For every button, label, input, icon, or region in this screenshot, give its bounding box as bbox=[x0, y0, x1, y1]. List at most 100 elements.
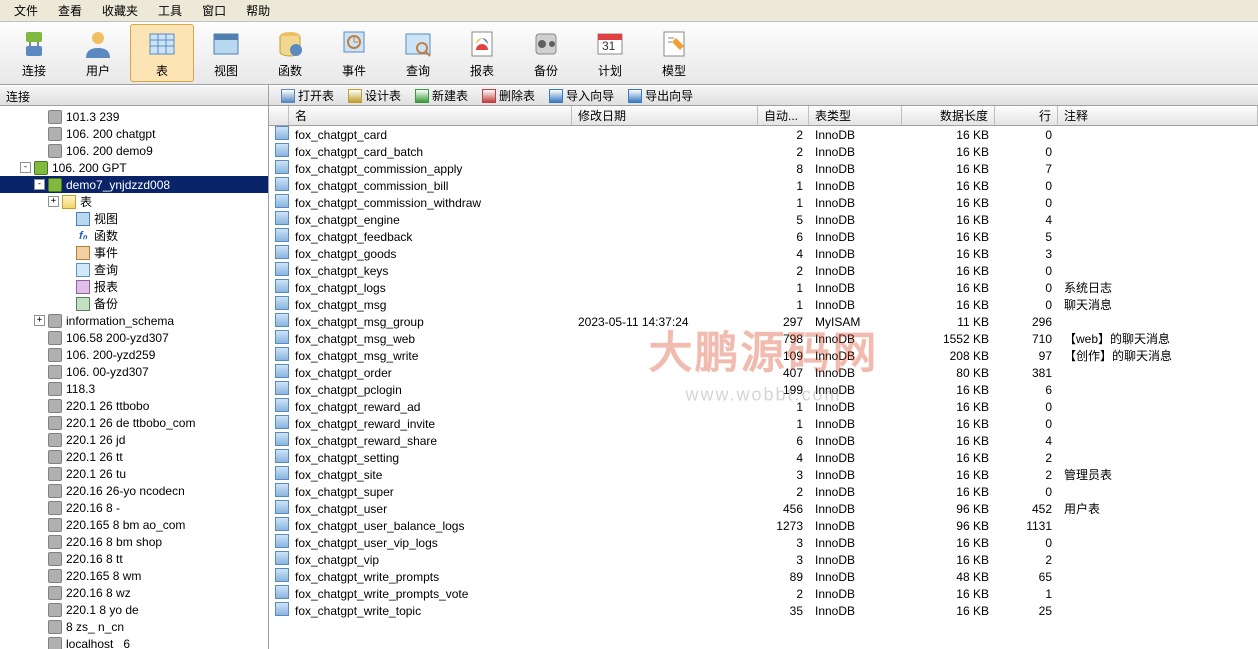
tree-item[interactable]: 事件 bbox=[0, 244, 268, 261]
tree-toggler[interactable]: - bbox=[20, 162, 31, 173]
tree-item[interactable]: 8 zs_ n_cn bbox=[0, 618, 268, 635]
toolbar-连接[interactable]: 连接 bbox=[2, 24, 66, 82]
table-row[interactable]: fox_chatgpt_order407InnoDB80 KB381 bbox=[269, 364, 1258, 381]
tree-item[interactable]: +表 bbox=[0, 193, 268, 210]
table-row[interactable]: fox_chatgpt_write_topic35InnoDB16 KB25 bbox=[269, 602, 1258, 619]
table-row[interactable]: fox_chatgpt_write_prompts89InnoDB48 KB65 bbox=[269, 568, 1258, 585]
subtb-设计表[interactable]: 设计表 bbox=[342, 86, 407, 105]
tree-item[interactable]: 220.1 26 ttbobo bbox=[0, 397, 268, 414]
tree-item[interactable]: 118.3 bbox=[0, 380, 268, 397]
menu-item-5[interactable]: 帮助 bbox=[236, 0, 280, 21]
tree-item[interactable]: +information_schema bbox=[0, 312, 268, 329]
tree-item[interactable]: 220.1 26 de ttbobo_com bbox=[0, 414, 268, 431]
toolbar-用户[interactable]: 用户 bbox=[66, 24, 130, 82]
tree-item[interactable]: 查询 bbox=[0, 261, 268, 278]
table-row[interactable]: fox_chatgpt_commission_apply8InnoDB16 KB… bbox=[269, 160, 1258, 177]
table-row[interactable]: fox_chatgpt_reward_invite1InnoDB16 KB0 bbox=[269, 415, 1258, 432]
tree-item[interactable]: 220.165 8 bm ao_com bbox=[0, 516, 268, 533]
tree-item[interactable]: 101.3 239 bbox=[0, 108, 268, 125]
tree-item[interactable]: 220.1 26 tu bbox=[0, 465, 268, 482]
tree-item[interactable]: -106. 200 GPT bbox=[0, 159, 268, 176]
table-row[interactable]: fox_chatgpt_setting4InnoDB16 KB2 bbox=[269, 449, 1258, 466]
tree-item[interactable]: 220.1 26 jd bbox=[0, 431, 268, 448]
tree-item[interactable]: 220.165 8 wm bbox=[0, 567, 268, 584]
tree-item[interactable]: 220.1 8 yo de bbox=[0, 601, 268, 618]
table-row[interactable]: fox_chatgpt_user_vip_logs3InnoDB16 KB0 bbox=[269, 534, 1258, 551]
menu-item-3[interactable]: 工具 bbox=[148, 0, 192, 21]
tree-item[interactable]: 106. 200 chatgpt bbox=[0, 125, 268, 142]
column-header[interactable]: 表类型 bbox=[809, 106, 902, 125]
table-row[interactable]: fox_chatgpt_msg_group2023-05-11 14:37:24… bbox=[269, 313, 1258, 330]
subtb-导入向导[interactable]: 导入向导 bbox=[543, 86, 620, 105]
tree-toggler[interactable]: - bbox=[34, 179, 45, 190]
subtb-导出向导[interactable]: 导出向导 bbox=[622, 86, 699, 105]
table-row[interactable]: fox_chatgpt_commission_bill1InnoDB16 KB0 bbox=[269, 177, 1258, 194]
toolbar-函数[interactable]: 函数 bbox=[258, 24, 322, 82]
column-header[interactable]: 名 bbox=[289, 106, 572, 125]
table-row[interactable]: fox_chatgpt_feedback6InnoDB16 KB5 bbox=[269, 228, 1258, 245]
column-header[interactable]: 修改日期 bbox=[572, 106, 758, 125]
tree-toggler[interactable]: + bbox=[48, 196, 59, 207]
table-row[interactable]: fox_chatgpt_super2InnoDB16 KB0 bbox=[269, 483, 1258, 500]
tree-item[interactable]: 220.16 26-yo ncodecn bbox=[0, 482, 268, 499]
tree-item[interactable]: 220.16 8 bm shop bbox=[0, 533, 268, 550]
toolbar-模型[interactable]: 模型 bbox=[642, 24, 706, 82]
subtb-打开表[interactable]: 打开表 bbox=[275, 86, 340, 105]
column-header[interactable]: 行 bbox=[995, 106, 1058, 125]
tree-item[interactable]: 220.16 8 wz bbox=[0, 584, 268, 601]
table-row[interactable]: fox_chatgpt_keys2InnoDB16 KB0 bbox=[269, 262, 1258, 279]
table-row[interactable]: fox_chatgpt_write_prompts_vote2InnoDB16 … bbox=[269, 585, 1258, 602]
table-row[interactable]: fox_chatgpt_user_balance_logs1273InnoDB9… bbox=[269, 517, 1258, 534]
column-header[interactable]: 注释 bbox=[1058, 106, 1258, 125]
table-row[interactable]: fox_chatgpt_commission_withdraw1InnoDB16… bbox=[269, 194, 1258, 211]
table-row[interactable]: fox_chatgpt_reward_share6InnoDB16 KB4 bbox=[269, 432, 1258, 449]
tree-item[interactable]: 视图 bbox=[0, 210, 268, 227]
table-row[interactable]: fox_chatgpt_msg_write109InnoDB208 KB97【创… bbox=[269, 347, 1258, 364]
tree-item[interactable]: localhost_ 6 bbox=[0, 635, 268, 649]
toolbar-计划[interactable]: 31计划 bbox=[578, 24, 642, 82]
table-row[interactable]: fox_chatgpt_vip3InnoDB16 KB2 bbox=[269, 551, 1258, 568]
tree-item[interactable]: -demo7_ynjdzzd008 bbox=[0, 176, 268, 193]
table-row[interactable]: fox_chatgpt_card_batch2InnoDB16 KB0 bbox=[269, 143, 1258, 160]
menu-item-4[interactable]: 窗口 bbox=[192, 0, 236, 21]
subtb-新建表[interactable]: 新建表 bbox=[409, 86, 474, 105]
tree-toggler[interactable]: + bbox=[34, 315, 45, 326]
toolbar-表[interactable]: 表 bbox=[130, 24, 194, 82]
tree-item[interactable]: 106. 00-yzd307 bbox=[0, 363, 268, 380]
table-row[interactable]: fox_chatgpt_msg_web798InnoDB1552 KB710【w… bbox=[269, 330, 1258, 347]
subtb-删除表[interactable]: 删除表 bbox=[476, 86, 541, 105]
column-header[interactable]: 自动... bbox=[758, 106, 809, 125]
toolbar-备份[interactable]: 备份 bbox=[514, 24, 578, 82]
menu-item-1[interactable]: 查看 bbox=[48, 0, 92, 21]
tree-item[interactable]: 106. 200-yzd259 bbox=[0, 346, 268, 363]
table-list[interactable]: 大鹏源码网 www.wobbt.com fox_chatgpt_card2Inn… bbox=[269, 126, 1258, 649]
subtb-label: 打开表 bbox=[298, 87, 334, 104]
table-row[interactable]: fox_chatgpt_user456InnoDB96 KB452用户表 bbox=[269, 500, 1258, 517]
table-row[interactable]: fox_chatgpt_card2InnoDB16 KB0 bbox=[269, 126, 1258, 143]
table-row[interactable]: fox_chatgpt_logs1InnoDB16 KB0系统日志 bbox=[269, 279, 1258, 296]
column-header[interactable]: 数据长度 bbox=[902, 106, 995, 125]
tree-item[interactable]: fₙ函数 bbox=[0, 227, 268, 244]
table-row[interactable]: fox_chatgpt_goods4InnoDB16 KB3 bbox=[269, 245, 1258, 262]
tree-item[interactable]: 备份 bbox=[0, 295, 268, 312]
tree-item[interactable]: 220.16 8 tt bbox=[0, 550, 268, 567]
tree-item[interactable]: 106. 200 demo9 bbox=[0, 142, 268, 159]
table-row[interactable]: fox_chatgpt_msg1InnoDB16 KB0聊天消息 bbox=[269, 296, 1258, 313]
table-row[interactable]: fox_chatgpt_reward_ad1InnoDB16 KB0 bbox=[269, 398, 1258, 415]
connection-tree[interactable]: 101.3 239106. 200 chatgpt106. 200 demo9-… bbox=[0, 106, 268, 649]
table-row[interactable]: fox_chatgpt_pclogin199InnoDB16 KB6 bbox=[269, 381, 1258, 398]
table-row[interactable]: fox_chatgpt_engine5InnoDB16 KB4 bbox=[269, 211, 1258, 228]
tree-item[interactable]: 106.58 200-yzd307 bbox=[0, 329, 268, 346]
tree-item[interactable]: 220.1 26 tt bbox=[0, 448, 268, 465]
table-cell: fox_chatgpt_vip bbox=[289, 553, 572, 567]
toolbar-视图[interactable]: 视图 bbox=[194, 24, 258, 82]
toolbar-查询[interactable]: 查询 bbox=[386, 24, 450, 82]
tree-item[interactable]: 报表 bbox=[0, 278, 268, 295]
toolbar-事件[interactable]: 事件 bbox=[322, 24, 386, 82]
tree-item[interactable]: 220.16 8 - bbox=[0, 499, 268, 516]
menu-item-0[interactable]: 文件 bbox=[4, 0, 48, 21]
menu-item-2[interactable]: 收藏夹 bbox=[92, 0, 148, 21]
table-row[interactable]: fox_chatgpt_site3InnoDB16 KB2管理员表 bbox=[269, 466, 1258, 483]
column-header[interactable] bbox=[269, 106, 289, 125]
toolbar-报表[interactable]: 报表 bbox=[450, 24, 514, 82]
